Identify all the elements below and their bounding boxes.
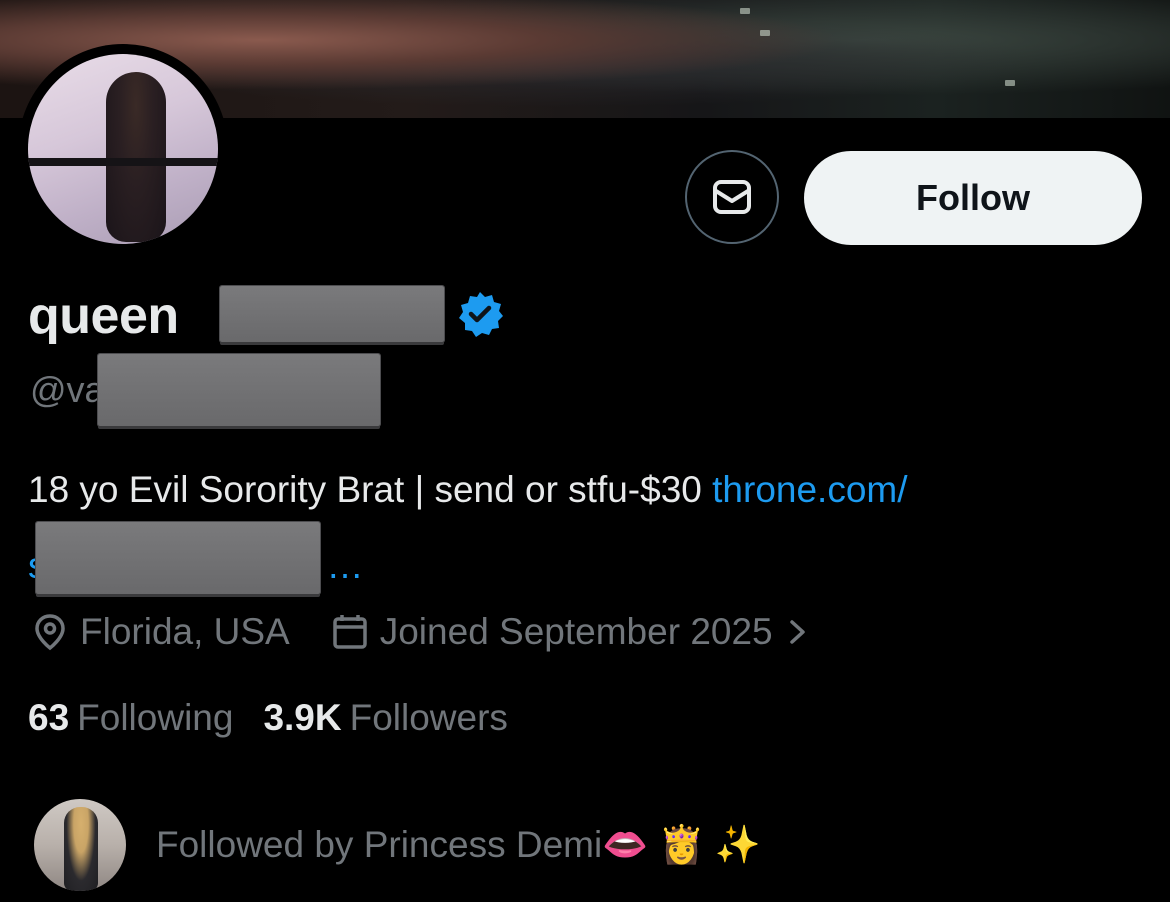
bio-text: 18 yo Evil Sorority Brat | send or stfu-… xyxy=(28,469,713,510)
following-label: Following xyxy=(77,697,234,738)
redaction-box xyxy=(220,286,444,342)
avatar-figure xyxy=(106,72,166,242)
followers-label: Followers xyxy=(349,697,508,738)
following-count: 63 xyxy=(28,697,70,738)
verified-badge-icon xyxy=(459,292,503,337)
banner-detail xyxy=(740,8,750,14)
profile-handle: @va xyxy=(30,369,105,410)
banner-detail xyxy=(760,30,770,36)
avatar-image xyxy=(28,54,218,244)
redaction-box xyxy=(98,354,380,426)
message-button[interactable] xyxy=(685,150,779,244)
profile-meta: Florida, USA Joined September 2025 xyxy=(30,606,849,658)
bio-link[interactable]: throne.com/ xyxy=(712,469,907,510)
profile-bio: 18 yo Evil Sorority Brat | send or stfu-… xyxy=(28,464,908,516)
follower-avatar xyxy=(34,799,126,891)
joined-text: Joined September 2025 xyxy=(379,611,773,652)
followers-count: 3.9K xyxy=(263,697,342,738)
envelope-icon xyxy=(713,180,751,214)
location-text: Florida, USA xyxy=(80,611,290,652)
calendar-icon xyxy=(332,615,367,649)
followed-by-text: Followed by Princess Demi👄 👸 ✨ xyxy=(156,823,761,865)
bio-ellipsis: … xyxy=(326,545,364,586)
location: Florida, USA xyxy=(30,611,290,653)
redaction-box xyxy=(36,522,320,594)
display-name: queen xyxy=(28,287,179,345)
followers-link[interactable]: 3.9K Followers xyxy=(263,697,507,739)
following-link[interactable]: 63 Following xyxy=(28,697,233,739)
banner-detail xyxy=(1005,80,1015,86)
profile-stats: 63 Following 3.9K Followers xyxy=(28,692,538,744)
follower-avatar-figure xyxy=(64,807,98,891)
followed-by-row[interactable]: Followed by Princess Demi👄 👸 ✨ xyxy=(34,798,761,892)
joined-date[interactable]: Joined September 2025 xyxy=(330,611,809,653)
chevron-right-icon xyxy=(789,620,805,644)
follow-button[interactable]: Follow xyxy=(804,151,1142,245)
avatar-detail xyxy=(28,158,218,166)
profile-avatar[interactable] xyxy=(18,44,228,254)
location-pin-icon xyxy=(35,614,65,651)
